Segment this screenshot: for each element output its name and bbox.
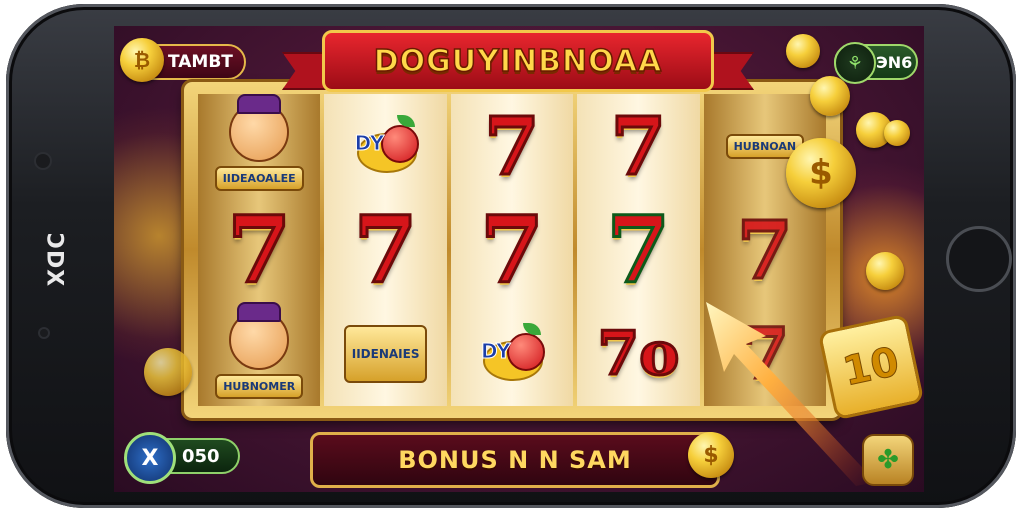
symbol-label: IIDEAOALEE — [214, 165, 304, 191]
reel-symbol: 7 — [451, 198, 573, 302]
balance-label: TAMBT — [168, 52, 233, 72]
coin-icon — [866, 252, 904, 290]
banner-plate: DOGUYINBNOAA — [322, 30, 714, 92]
phone-frame: ƆDX TAMBT ₿ ЭN6 ⚘ IIDEAOALEE 7 HUBNOMER … — [6, 4, 1016, 508]
seven-symbol: 7 — [609, 99, 668, 193]
reel-symbol: IIDEAOALEE — [198, 94, 320, 198]
reel-3: 7 7 DY — [450, 94, 574, 406]
game-screen: TAMBT ₿ ЭN6 ⚘ IIDEAOALEE 7 HUBNOMER DY 7… — [114, 26, 924, 492]
reel-symbol: 7 — [451, 94, 573, 198]
home-button[interactable] — [946, 226, 1012, 292]
sensor — [40, 329, 48, 337]
device-side-label: ƆDX — [41, 232, 67, 288]
bonus-text: BONUS N N SAM — [398, 446, 632, 474]
reel-symbol: HUBNOMER — [198, 301, 320, 406]
dollar-coin-icon: $ — [786, 138, 856, 208]
reel-symbol: DY — [324, 94, 446, 198]
seven-symbol: 7o — [596, 319, 681, 389]
seven-symbol: 7 — [226, 196, 293, 304]
coin-icon — [786, 34, 820, 68]
coin-icon: ₿ — [120, 38, 164, 82]
symbol-label: HUBNOMER — [215, 373, 304, 399]
close-icon[interactable]: X — [124, 432, 176, 484]
game-title: DOGUYINBNOAA — [373, 43, 663, 80]
fruit-label: DY — [481, 339, 512, 364]
top-right-value: ЭN6 — [876, 52, 913, 72]
reel-symbol: 7 — [577, 94, 699, 198]
seven-symbol: 7 — [605, 196, 672, 304]
seven-symbol: 7 — [352, 196, 419, 304]
character-icon — [229, 301, 290, 370]
reel-symbol: 7 — [577, 198, 699, 302]
bonus-bar[interactable]: BONUS N N SAM — [310, 432, 720, 488]
reel-symbol: DY — [451, 302, 573, 406]
reel-symbol: IIDENAIES — [324, 302, 446, 406]
fruit-label: DY — [354, 131, 385, 156]
seven-symbol: 7 — [735, 203, 794, 297]
clover-icon: ✤ — [877, 445, 899, 475]
clover-button[interactable]: ✤ — [862, 434, 914, 486]
seven-symbol: 7 — [483, 99, 542, 193]
front-camera — [36, 154, 50, 168]
reel-1: IIDEAOALEE 7 HUBNOMER — [198, 94, 321, 406]
fruit-icon: DY — [353, 115, 419, 177]
seven-symbol: 7 — [478, 196, 545, 304]
reel-symbol: 7 — [324, 198, 446, 302]
reel-2: DY 7 IIDENAIES — [324, 94, 447, 406]
coin-icon — [810, 76, 850, 116]
reel-symbol: 7 — [704, 198, 826, 302]
reel-4: 7 7 7o — [577, 94, 700, 406]
character-icon — [229, 94, 290, 162]
coin-icon — [144, 348, 192, 396]
reel-symbol: 7 — [198, 198, 320, 302]
dollar-coin-icon: $ — [688, 432, 734, 478]
fruit-icon: DY — [479, 323, 546, 385]
reel-symbol: 7o — [577, 302, 699, 406]
coin-icon — [884, 120, 910, 146]
symbol-label: IIDENAIES — [343, 325, 428, 383]
bet-value: 050 — [182, 445, 220, 467]
title-banner: DOGUYINBNOAA — [282, 30, 754, 92]
leaf-icon[interactable]: ⚘ — [834, 42, 876, 84]
